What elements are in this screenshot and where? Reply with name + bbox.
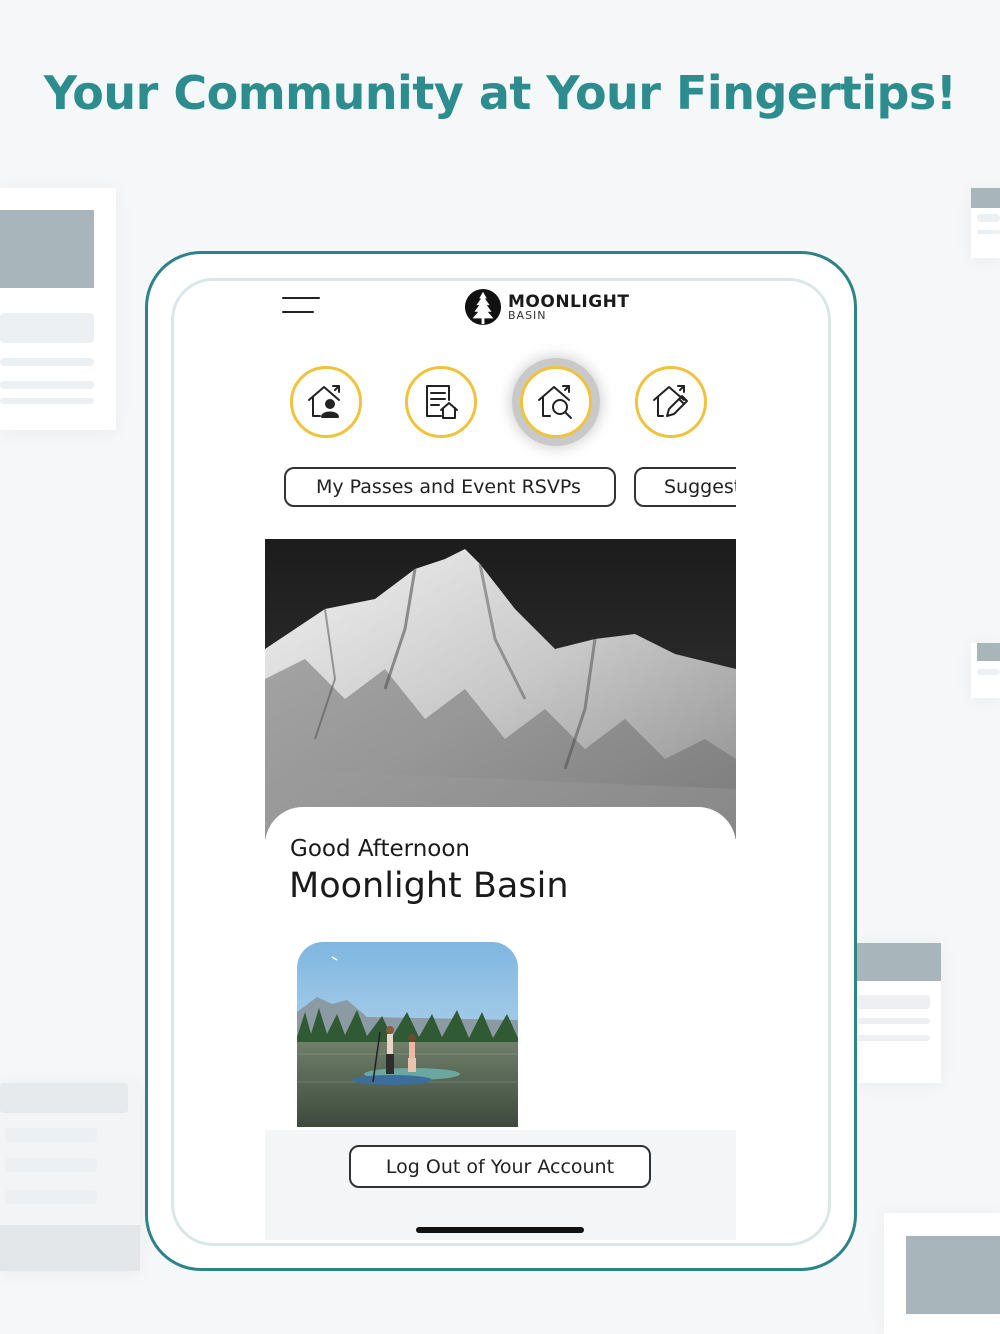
quick-action-home-edit[interactable] — [635, 366, 707, 438]
logout-button[interactable]: Log Out of Your Account — [349, 1145, 651, 1188]
quick-action-home-search[interactable] — [520, 366, 592, 438]
quick-action-home-person[interactable] — [290, 366, 362, 438]
home-person-icon — [308, 385, 340, 418]
app-logo: MOONLIGHT BASIN — [464, 288, 629, 326]
community-name: Moonlight Basin — [289, 866, 569, 906]
decorative-card-mid-right — [971, 643, 1000, 698]
greeting-text: Good Afternoon — [290, 836, 471, 862]
decorative-card-bottom-left — [0, 1083, 140, 1271]
hero-mountain-image — [265, 539, 736, 839]
document-home-icon — [426, 385, 458, 419]
tab-my-passes[interactable]: My Passes and Event RSVPs — [284, 467, 616, 507]
tab-suggest-clip: Suggest — [634, 467, 736, 507]
hamburger-menu-icon[interactable] — [282, 297, 320, 317]
lake-paddleboard-photo[interactable] — [297, 942, 518, 1127]
home-edit-icon — [653, 385, 688, 417]
home-search-icon — [538, 385, 572, 419]
marketing-headline: Your Community at Your Fingertips! — [43, 66, 957, 120]
decorative-card-top-left — [0, 188, 116, 430]
tab-suggest[interactable]: Suggest — [634, 467, 736, 507]
decorative-card-right — [856, 943, 941, 1083]
pine-tree-logo-icon — [464, 288, 502, 326]
quick-action-document-home[interactable] — [405, 366, 477, 438]
logo-title: MOONLIGHT — [508, 291, 630, 312]
decorative-card-top-right — [971, 188, 1000, 258]
home-indicator-bar[interactable] — [416, 1227, 584, 1233]
decorative-card-bottom-right — [884, 1213, 1000, 1334]
